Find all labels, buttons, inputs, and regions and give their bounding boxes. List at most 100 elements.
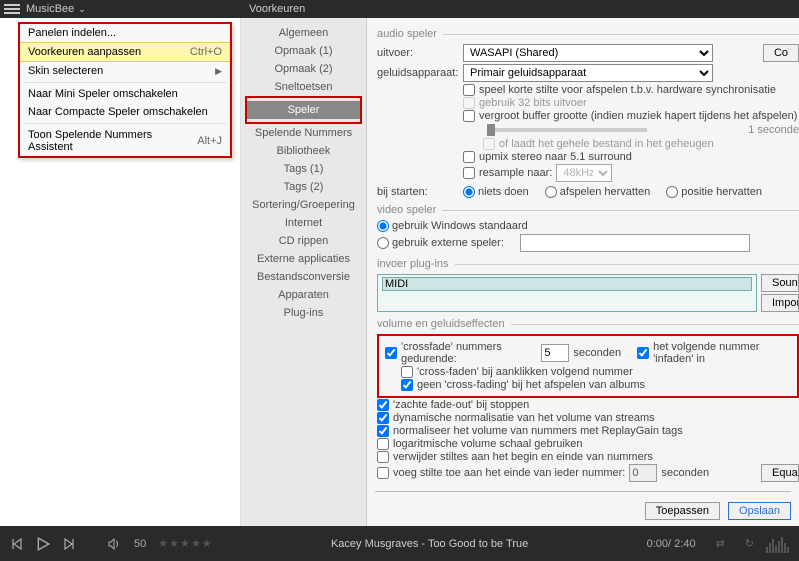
start-radio-none[interactable]	[463, 186, 475, 198]
dialog-titlebar: Voorkeuren	[241, 0, 799, 18]
menu-item[interactable]: Voorkeuren aanpassenCtrl+O	[20, 42, 230, 62]
volume-icon[interactable]	[108, 537, 122, 551]
menu-item[interactable]: Naar Mini Speler omschakelen	[20, 85, 230, 103]
dynnorm-checkbox[interactable]	[377, 412, 389, 424]
addsilence-checkbox[interactable]	[377, 467, 389, 479]
co-button[interactable]: Co	[763, 44, 799, 62]
shuffle-icon[interactable]: ⇄	[716, 537, 725, 550]
buffer-label: vergroot buffer grootte (indien muziek h…	[479, 110, 797, 122]
soundfont-button[interactable]: Soundf	[761, 274, 799, 292]
footer-separator	[375, 491, 791, 492]
category-item[interactable]: Bibliotheek	[241, 142, 366, 160]
resample-checkbox[interactable]	[463, 167, 475, 179]
external-player-input[interactable]	[520, 234, 750, 252]
menu-item[interactable]: Naar Compacte Speler omschakelen	[20, 103, 230, 121]
buffer-slider[interactable]	[487, 128, 647, 132]
menu-separator	[24, 82, 226, 83]
menu-item[interactable]: Panelen indelen...	[20, 24, 230, 42]
rating-stars[interactable]: ★★★★★	[158, 537, 212, 550]
next-track-icon[interactable]	[62, 537, 76, 551]
repeat-icon[interactable]: ↻	[745, 537, 754, 550]
category-item[interactable]: Tags (1)	[241, 160, 366, 178]
group-audio-header: audio speler	[377, 28, 799, 40]
apply-button[interactable]: Toepassen	[645, 502, 720, 520]
menu-item[interactable]: Toon Spelende Nummers AssistentAlt+J	[20, 126, 230, 156]
device-select[interactable]: Primair geluidsapparaat	[463, 64, 713, 82]
category-item[interactable]: Algemeen	[241, 24, 366, 42]
crossfade-unit: seconden	[573, 347, 621, 359]
category-item[interactable]: Bestandsconversie	[241, 268, 366, 286]
group-video-header: video speler	[377, 204, 799, 216]
menu-shortcut: Alt+J	[197, 135, 222, 147]
import-button[interactable]: Impor	[761, 294, 799, 312]
start-radio-pos[interactable]	[666, 186, 678, 198]
category-item[interactable]: Internet	[241, 214, 366, 232]
start-label: bij starten:	[377, 186, 457, 198]
plugin-midi[interactable]: MIDI	[382, 277, 752, 291]
visualizer	[766, 535, 789, 553]
logvol-label: logaritmische volume schaal gebruiken	[393, 438, 583, 450]
crossfade-checkbox[interactable]	[385, 347, 397, 359]
category-item[interactable]: Sneltoetsen	[241, 78, 366, 96]
menu-separator	[24, 123, 226, 124]
save-button[interactable]: Opslaan	[728, 502, 791, 520]
menu-item-label: Panelen indelen...	[28, 27, 116, 39]
start-radio-resume[interactable]	[545, 186, 557, 198]
dynnorm-label: dynamische normalisatie van het volume v…	[393, 412, 655, 424]
upmix-checkbox[interactable]	[463, 151, 475, 163]
infade-checkbox[interactable]	[637, 347, 649, 359]
category-item[interactable]: Externe applicaties	[241, 250, 366, 268]
loadall-checkbox	[483, 138, 495, 150]
category-item[interactable]: Tags (2)	[241, 178, 366, 196]
submenu-arrow-icon: ▶	[215, 66, 222, 77]
play-icon[interactable]	[36, 537, 50, 551]
video-radio-windows[interactable]	[377, 220, 389, 232]
menu-item[interactable]: Skin selecteren ▶	[20, 62, 230, 80]
category-item[interactable]: CD rippen	[241, 232, 366, 250]
video-radio-external[interactable]	[377, 237, 389, 249]
category-item[interactable]: Plug-ins	[241, 304, 366, 322]
cf-click-checkbox[interactable]	[401, 366, 413, 378]
prev-track-icon[interactable]	[10, 537, 24, 551]
output-select[interactable]: WASAPI (Shared)	[463, 44, 713, 62]
fadeout-checkbox[interactable]	[377, 399, 389, 411]
preferences-dialog: AlgemeenOpmaak (1)Opmaak (2)Sneltoetsen S…	[241, 18, 799, 526]
addsilence-unit: seconden	[661, 467, 709, 479]
playback-time: 0:00/ 2:40	[647, 538, 696, 550]
category-item-selected-wrap: Speler	[245, 96, 362, 124]
chevron-down-icon[interactable]: ⌄	[78, 4, 86, 15]
app-name: MusicBee	[26, 3, 74, 15]
loadall-label: of laadt het gehele bestand in het geheu…	[499, 138, 714, 150]
trimsilence-label: verwijder stiltes aan het begin en einde…	[393, 451, 653, 463]
trimsilence-checkbox[interactable]	[377, 451, 389, 463]
category-item[interactable]: Speler	[247, 101, 360, 119]
cf-album-checkbox[interactable]	[401, 379, 413, 391]
group-plugins-header: invoer plug-ins	[377, 258, 799, 270]
dialog-title: Voorkeuren	[249, 3, 305, 15]
buffer-checkbox[interactable]	[463, 110, 475, 122]
category-item[interactable]: Opmaak (1)	[241, 42, 366, 60]
category-item[interactable]: Sortering/Groepering	[241, 196, 366, 214]
main-menu: Panelen indelen... Voorkeuren aanpassenCt…	[18, 22, 232, 158]
equalizer-button[interactable]: Equa	[761, 464, 799, 482]
logvol-checkbox[interactable]	[377, 438, 389, 450]
silence-checkbox[interactable]	[463, 84, 475, 96]
replaygain-label: normaliseer het volume van nummers met R…	[393, 425, 683, 437]
category-item[interactable]: Spelende Nummers	[241, 124, 366, 142]
category-item[interactable]: Apparaten	[241, 286, 366, 304]
menu-item-label: Skin selecteren	[28, 65, 103, 77]
group-volume-header: volume en geluidseffecten	[377, 318, 799, 330]
hamburger-icon[interactable]	[4, 4, 20, 14]
preferences-content: audio speler uitvoer: WASAPI (Shared) Co…	[367, 18, 799, 526]
bits32-label: gebruik 32 bits uitvoer	[479, 97, 587, 109]
crossfade-seconds-input[interactable]	[541, 344, 569, 362]
plugin-list[interactable]: MIDI	[377, 274, 757, 312]
infade-label: het volgende nummer 'infaden' in	[653, 341, 791, 365]
resample-label: resample naar:	[479, 167, 552, 179]
category-item[interactable]: Opmaak (2)	[241, 60, 366, 78]
crossfade-highlight-box: 'crossfade' nummers gedurende: seconden …	[377, 334, 799, 398]
category-list: AlgemeenOpmaak (1)Opmaak (2)Sneltoetsen S…	[241, 18, 367, 526]
volume-value: 50	[134, 538, 146, 550]
menu-item-label: Naar Compacte Speler omschakelen	[28, 106, 208, 118]
replaygain-checkbox[interactable]	[377, 425, 389, 437]
